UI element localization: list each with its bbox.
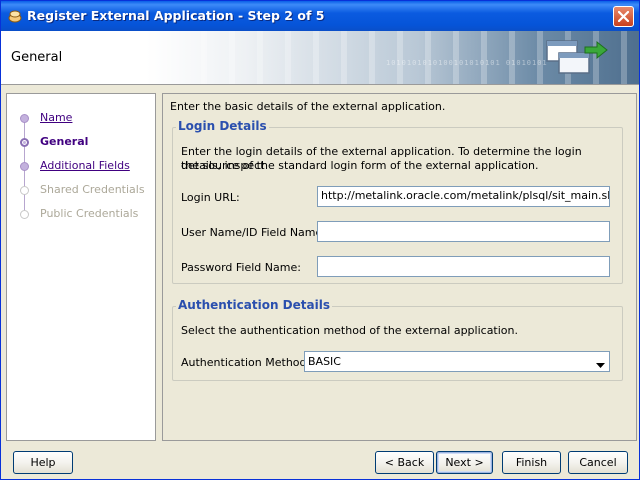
- authentication-method-select[interactable]: BASIC: [304, 351, 610, 372]
- nav-step-label: Public Credentials: [40, 207, 139, 220]
- step-dot-icon: [20, 186, 29, 195]
- nav-step-shared-credentials: Shared Credentials: [7, 181, 155, 199]
- chevron-down-icon: [596, 359, 605, 372]
- intro-text: Enter the basic details of the external …: [170, 100, 446, 113]
- window-title: Register External Application - Step 2 o…: [27, 8, 325, 23]
- banner-binary-pattern: 1010101010100101010101 01010101: [386, 59, 548, 67]
- login-url-label: Login URL:: [181, 191, 240, 204]
- authentication-description: Select the authentication method of the …: [181, 324, 518, 337]
- nav-step-label: General: [40, 135, 89, 148]
- step-dot-icon: [20, 210, 29, 219]
- page-title: General: [11, 50, 63, 65]
- nav-step-label[interactable]: Additional Fields: [40, 159, 130, 172]
- cancel-button[interactable]: Cancel: [568, 451, 628, 474]
- oracle-app-icon: [7, 8, 23, 24]
- step-dot-icon: [20, 114, 29, 123]
- nav-step-general[interactable]: General: [7, 133, 155, 151]
- nav-step-additional-fields[interactable]: Additional Fields: [7, 157, 155, 175]
- nav-step-label[interactable]: Name: [40, 111, 72, 124]
- login-details-group: Login Details Enter the login details of…: [172, 119, 623, 284]
- back-button[interactable]: < Back: [375, 451, 434, 474]
- step-dot-icon: [20, 162, 29, 171]
- step-content-panel: Enter the basic details of the external …: [162, 93, 637, 441]
- password-field-input[interactable]: [317, 256, 610, 277]
- nav-step-public-credentials: Public Credentials: [7, 205, 155, 223]
- nav-step-name[interactable]: Name: [7, 109, 155, 127]
- title-bar[interactable]: Register External Application - Step 2 o…: [1, 1, 639, 31]
- close-button[interactable]: [613, 6, 634, 27]
- authentication-method-label: Authentication Method:: [181, 356, 311, 369]
- username-field-input[interactable]: [317, 221, 610, 242]
- password-field-label: Password Field Name:: [181, 261, 301, 274]
- next-button[interactable]: Next >: [436, 451, 493, 474]
- authentication-details-group: Authentication Details Select the authen…: [172, 298, 623, 381]
- login-url-input[interactable]: http://metalink.oracle.com/metalink/plsq…: [317, 186, 610, 207]
- wizard-steps-nav: Name General Additional Fields Shared Cr…: [6, 93, 156, 441]
- window-arrow-icon: [541, 37, 611, 81]
- finish-button[interactable]: Finish: [502, 451, 561, 474]
- username-field-label: User Name/ID Field Name:: [181, 226, 326, 239]
- login-details-legend: Login Details: [176, 119, 269, 133]
- help-button[interactable]: Help: [13, 451, 73, 474]
- step-banner: 1010101010100101010101 01010101 General: [1, 31, 639, 85]
- authentication-method-value: BASIC: [308, 355, 341, 368]
- wizard-window: Register External Application - Step 2 o…: [0, 0, 640, 480]
- authentication-details-legend: Authentication Details: [176, 298, 332, 312]
- login-details-description-line2: the source of the standard login form of…: [181, 159, 539, 172]
- nav-step-label: Shared Credentials: [40, 183, 145, 196]
- close-icon: [618, 11, 629, 22]
- current-step-dot-icon: [20, 138, 29, 147]
